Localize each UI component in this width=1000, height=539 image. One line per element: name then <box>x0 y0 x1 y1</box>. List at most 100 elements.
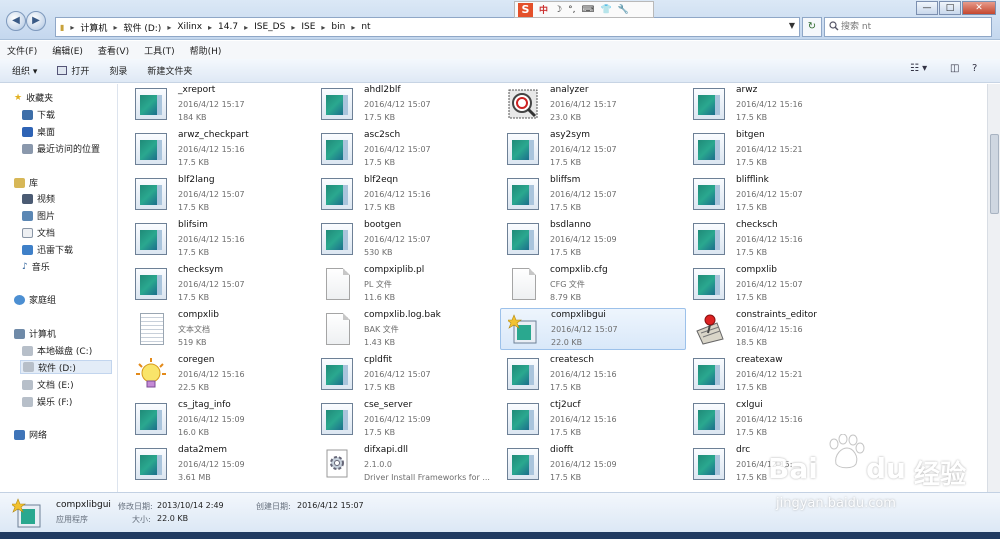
chevron-down-icon[interactable]: ▼ <box>789 21 795 30</box>
file-item-cs-jtag-info[interactable]: cs_jtag_info 2016/4/12 15:09 16.0 KB <box>128 399 314 441</box>
nav-favorites[interactable]: ★ 收藏夹 <box>14 91 53 105</box>
file-item-bliffsm[interactable]: bliffsm 2016/4/12 15:07 17.5 KB <box>500 174 686 216</box>
file-item-compxlib-cfg[interactable]: compxlib.cfg CFG 文件 8.79 KB <box>500 264 686 306</box>
nav-recent[interactable]: 最近访问的位置 <box>22 142 100 155</box>
nav-drive-d[interactable]: 软件 (D:) <box>20 360 112 374</box>
skin-icon[interactable]: 👕 <box>600 5 611 15</box>
file-item-createxaw[interactable]: createxaw 2016/4/12 15:21 17.5 KB <box>686 354 872 396</box>
file-item-bootgen[interactable]: bootgen 2016/4/12 15:07 530 KB <box>314 219 500 261</box>
file-item-compxlib-log-bak[interactable]: compxlib.log.bak BAK 文件 1.43 KB <box>314 309 500 351</box>
nav-videos[interactable]: 视频 <box>22 192 55 205</box>
preview-pane-icon[interactable]: ◫ <box>950 63 959 74</box>
open-button[interactable]: 打开 <box>57 64 89 77</box>
file-item-constraints-editor[interactable]: constraints_editor 2016/4/12 15:16 18.5 KB <box>686 309 872 351</box>
file-item-asy2sym[interactable]: asy2sym 2016/4/12 15:07 17.5 KB <box>500 129 686 171</box>
ime-mode[interactable]: 中 <box>539 3 548 16</box>
file-item-compxiplib-pl[interactable]: compxiplib.pl PL 文件 11.6 KB <box>314 264 500 306</box>
nav-pictures[interactable]: 图片 <box>22 209 55 222</box>
file-item-difxapi-dll[interactable]: difxapi.dll 2.1.0.0 Driver Install Framewo… <box>314 444 500 486</box>
nav-network[interactable]: 网络 <box>14 428 47 441</box>
nav-drive-e[interactable]: 文档 (E:) <box>22 378 74 391</box>
view-options-icon[interactable]: ☷ ▾ <box>910 63 927 74</box>
file-item-compxlib-txt[interactable]: compxlib 文本文档 519 KB <box>128 309 314 351</box>
nav-drive-f[interactable]: 娱乐 (F:) <box>22 395 72 408</box>
ime-toolbar[interactable]: S 中 ☽ °, ⌨ 👕 🔧 <box>514 1 654 18</box>
file-item-blf2eqn[interactable]: blf2eqn 2016/4/12 15:16 17.5 KB <box>314 174 500 216</box>
open-icon <box>57 66 68 75</box>
refresh-button[interactable]: ↻ <box>802 17 822 37</box>
scrollbar-thumb[interactable] <box>990 134 999 214</box>
menu-view[interactable]: 查看(V) <box>98 44 129 57</box>
nav-homegroup[interactable]: 家庭组 <box>14 293 56 306</box>
file-item-arwz[interactable]: arwz 2016/4/12 15:16 17.5 KB <box>686 84 872 126</box>
breadcrumb-xilinx[interactable]: Xilinx <box>177 22 202 32</box>
file-item-bsdlanno[interactable]: bsdlanno 2016/4/12 15:09 17.5 KB <box>500 219 686 261</box>
nav-downloads[interactable]: 下载 <box>22 108 55 121</box>
file-item-compxlibgui[interactable]: compxlibgui 2016/4/12 15:07 22.0 KB <box>500 308 686 350</box>
menu-file[interactable]: 文件(F) <box>7 44 37 57</box>
breadcrumb-drive[interactable]: 软件 (D:) <box>123 21 161 34</box>
menu-tools[interactable]: 工具(T) <box>144 44 175 57</box>
file-item-createsch[interactable]: createsch 2016/4/12 15:16 17.5 KB <box>500 354 686 396</box>
back-button[interactable]: ◀ <box>6 11 26 31</box>
moon-icon[interactable]: ☽ <box>554 5 562 15</box>
file-item-cse-server[interactable]: cse_server 2016/4/12 15:09 17.5 KB <box>314 399 500 441</box>
vertical-scrollbar[interactable] <box>987 84 1000 492</box>
file-detail-2: 17.5 KB <box>178 248 210 257</box>
breadcrumb-computer[interactable]: 计算机 <box>80 21 107 34</box>
breadcrumb-version[interactable]: 14.7 <box>218 22 238 32</box>
search-input[interactable]: 搜索 nt <box>824 17 992 37</box>
file-item-data2mem[interactable]: data2mem 2016/4/12 15:09 3.61 MB <box>128 444 314 486</box>
file-item-checksch[interactable]: checksch 2016/4/12 15:16 17.5 KB <box>686 219 872 261</box>
help-icon[interactable]: ? <box>972 63 977 74</box>
file-item-bitgen[interactable]: bitgen 2016/4/12 15:21 17.5 KB <box>686 129 872 171</box>
nav-music[interactable]: ♪ 音乐 <box>22 260 50 274</box>
burn-button[interactable]: 刻录 <box>109 64 127 77</box>
video-icon <box>22 193 33 204</box>
breadcrumb-bin[interactable]: bin <box>331 22 345 32</box>
file-item-cpldfit[interactable]: cpldfit 2016/4/12 15:07 17.5 KB <box>314 354 500 396</box>
menu-help[interactable]: 帮助(H) <box>190 44 222 57</box>
forward-button[interactable]: ▶ <box>26 11 46 31</box>
file-item-arwz-checkpart[interactable]: arwz_checkpart 2016/4/12 15:16 17.5 KB <box>128 129 314 171</box>
organize-button[interactable]: 组织 ▾ <box>12 64 37 77</box>
nav-drive-c[interactable]: 本地磁盘 (C:) <box>22 344 92 357</box>
sogou-logo-icon: S <box>518 2 533 17</box>
wrench-icon[interactable]: 🔧 <box>618 5 629 15</box>
file-item-blifflink[interactable]: blifflink 2016/4/12 15:07 17.5 KB <box>686 174 872 216</box>
nav-thunder-downloads[interactable]: 迅雷下载 <box>22 243 73 256</box>
breadcrumb-nt[interactable]: nt <box>361 22 370 32</box>
nav-computer[interactable]: 计算机 <box>14 327 56 340</box>
file-name: createsch <box>550 355 594 365</box>
address-bar[interactable]: ▮ ▸ 计算机 ▸ 软件 (D:) ▸ Xilinx ▸ 14.7 ▸ ISE_… <box>55 17 800 37</box>
menu-edit[interactable]: 编辑(E) <box>52 44 83 57</box>
maximize-button[interactable]: □ <box>939 1 961 15</box>
nav-libraries[interactable]: 库 <box>14 176 38 189</box>
close-button[interactable]: ✕ <box>962 1 996 15</box>
minimize-button[interactable]: — <box>916 1 938 15</box>
file-item-checksym[interactable]: checksym 2016/4/12 15:07 17.5 KB <box>128 264 314 306</box>
file-item-coregen[interactable]: coregen 2016/4/12 15:16 22.5 KB <box>128 354 314 396</box>
nav-documents[interactable]: 文档 <box>22 226 55 239</box>
file-item-ctj2ucf[interactable]: ctj2ucf 2016/4/12 15:16 17.5 KB <box>500 399 686 441</box>
new-folder-button[interactable]: 新建文件夹 <box>147 64 192 77</box>
file-item-analyzer[interactable]: analyzer 2016/4/12 15:17 23.0 KB <box>500 84 686 126</box>
file-item-diofft[interactable]: diofft 2016/4/12 15:09 17.5 KB <box>500 444 686 486</box>
file-item-blf2lang[interactable]: blf2lang 2016/4/12 15:07 17.5 KB <box>128 174 314 216</box>
punctuation-icon[interactable]: °, <box>568 5 575 15</box>
file-item-ahdl2blf[interactable]: ahdl2blf 2016/4/12 15:07 17.5 KB <box>314 84 500 126</box>
file-item-blifsim[interactable]: blifsim 2016/4/12 15:16 17.5 KB <box>128 219 314 261</box>
file-name: difxapi.dll <box>364 445 409 455</box>
file-item-compxlib-exe[interactable]: compxlib 2016/4/12 15:07 17.5 KB <box>686 264 872 306</box>
file-detail-2: 22.0 KB <box>551 338 583 347</box>
breadcrumb-ise[interactable]: ISE <box>301 22 315 32</box>
file-detail-1: 2016/4/12 15:07 <box>178 280 245 289</box>
file-item-asc2sch[interactable]: asc2sch 2016/4/12 15:07 17.5 KB <box>314 129 500 171</box>
breadcrumb-ise-ds[interactable]: ISE_DS <box>254 22 285 32</box>
file-list: _xreport 2016/4/12 15:17 184 KB ahdl2blf 20… <box>120 84 986 492</box>
file-item-xreport[interactable]: _xreport 2016/4/12 15:17 184 KB <box>128 84 314 126</box>
title-bar: ◀ ▶ ▮ ▸ 计算机 ▸ 软件 (D:) ▸ Xilinx ▸ 14.7 ▸ … <box>0 0 1000 40</box>
keyboard-icon[interactable]: ⌨ <box>581 5 594 15</box>
nav-desktop[interactable]: 桌面 <box>22 125 55 138</box>
file-name: compxiplib.pl <box>364 265 425 275</box>
